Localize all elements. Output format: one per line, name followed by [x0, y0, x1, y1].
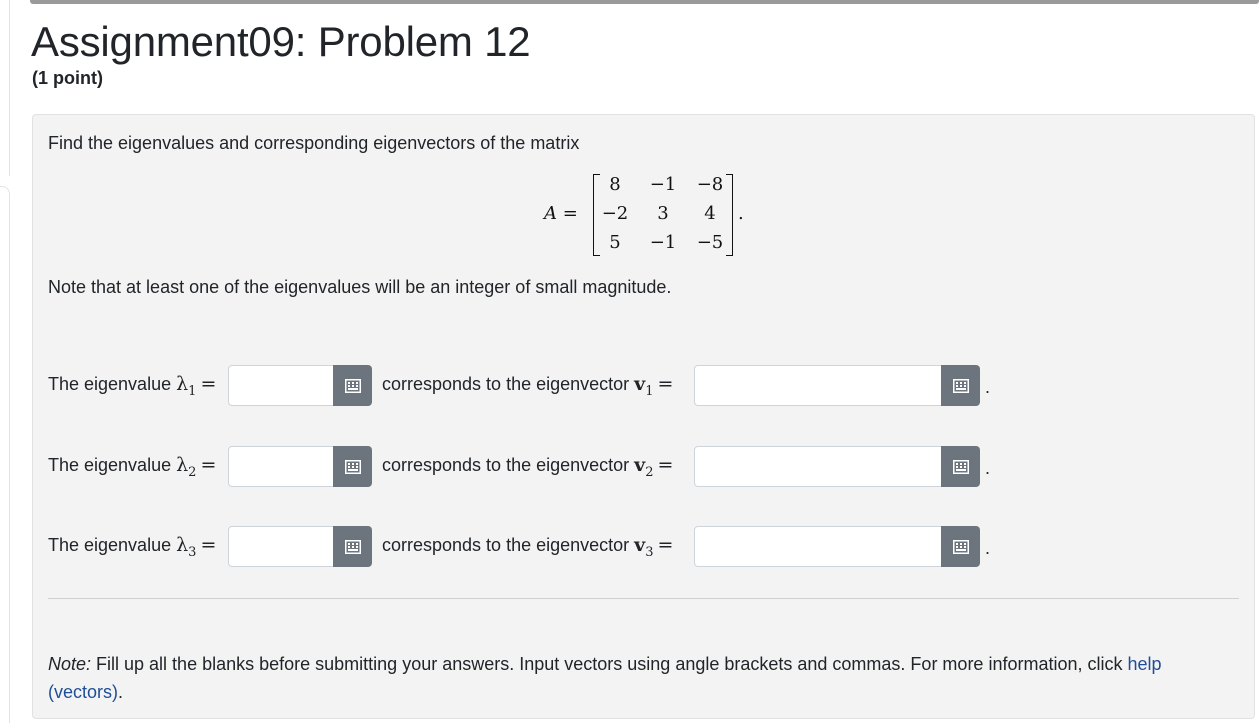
eigenvalue-2-editor-button[interactable] — [333, 446, 372, 487]
eigenvalue-label-1: The eigenvalue λ1 = — [48, 373, 216, 399]
eigenvector-2-editor-button[interactable] — [941, 446, 980, 487]
keyboard-grid-icon — [952, 539, 969, 554]
matrix-cell: 4 — [704, 203, 716, 224]
lambda-index: 1 — [188, 383, 197, 399]
top-border — [30, 0, 1259, 4]
eigenvalue-prefix: The eigenvalue — [48, 374, 172, 394]
matrix-cell: −1 — [649, 174, 677, 195]
answer-row-3: The eigenvalue λ3 = corresponds to the ei… — [48, 526, 1008, 568]
matrix-cell: −1 — [649, 232, 677, 253]
eigenvalue-1-editor-button[interactable] — [333, 365, 372, 406]
eigenvalue-prefix: The eigenvalue — [48, 455, 172, 475]
vector-glyph: v — [634, 373, 646, 395]
vector-symbol: v2 = — [634, 454, 674, 480]
lambda-symbol: λ3 = — [176, 534, 217, 560]
eigenvalue-prefix: The eigenvalue — [48, 535, 172, 555]
eigenvector-label-3: corresponds to the eigenvector v3 = — [382, 534, 673, 560]
row-period: . — [985, 377, 991, 397]
vector-glyph: v — [634, 534, 646, 556]
footnote-text: Fill up all the blanks before submitting… — [91, 654, 1128, 674]
eigenvalue-2-input[interactable] — [228, 446, 334, 487]
eigenvector-prefix: corresponds to the eigenvector — [382, 455, 630, 475]
keyboard-grid-icon — [344, 539, 361, 554]
vector-index: 3 — [645, 544, 654, 560]
eigenvector-label-2: corresponds to the eigenvector v2 = — [382, 454, 673, 480]
footnote-end: . — [118, 682, 124, 702]
eigenvector-1-input[interactable] — [694, 365, 942, 406]
eigenvector-3-editor-button[interactable] — [941, 526, 980, 567]
matrix-cell: −2 — [601, 203, 629, 224]
footnote: Note: Fill up all the blanks before subm… — [48, 650, 1198, 706]
matrix-cell: 3 — [657, 203, 669, 224]
equals-sign: = — [657, 534, 674, 556]
eigenvalue-1-input[interactable] — [228, 365, 334, 406]
lambda-glyph: λ — [176, 534, 189, 556]
equals-sign: = — [657, 373, 674, 395]
matrix-cell: 8 — [609, 174, 621, 195]
matrix-cell: −8 — [696, 174, 724, 195]
lambda-symbol: λ2 = — [176, 454, 217, 480]
eigenvector-1-editor-button[interactable] — [941, 365, 980, 406]
eigenvector-prefix: corresponds to the eigenvector — [382, 535, 630, 555]
equals-sign: = — [200, 534, 217, 556]
matrix-period: . — [738, 203, 744, 224]
equals-sign: = — [200, 373, 217, 395]
answer-row-1: The eigenvalue λ1 = corresponds to the ei… — [48, 365, 1008, 407]
vector-index: 1 — [645, 383, 654, 399]
vector-symbol: v1 = — [634, 373, 674, 399]
equals-sign: = — [200, 454, 217, 476]
eigenvector-3-input[interactable] — [694, 526, 942, 567]
answer-row-2: The eigenvalue λ2 = corresponds to the ei… — [48, 446, 1008, 488]
keyboard-grid-icon — [344, 378, 361, 393]
eigenvalue-label-3: The eigenvalue λ3 = — [48, 534, 216, 560]
lambda-symbol: λ1 = — [176, 373, 217, 399]
eigenvector-prefix: corresponds to the eigenvector — [382, 374, 630, 394]
row-period: . — [985, 538, 991, 558]
eigenvalue-3-input[interactable] — [228, 526, 334, 567]
page-title: Assignment09: Problem 12 — [31, 18, 531, 65]
problem-statement: Find the eigenvalues and corresponding e… — [48, 133, 580, 153]
matrix-cell: −5 — [696, 232, 724, 253]
left-panel-edge-lower — [0, 186, 10, 723]
lambda-index: 2 — [188, 464, 197, 480]
eigenvector-label-1: corresponds to the eigenvector v1 = — [382, 373, 673, 399]
vector-symbol: v3 = — [634, 534, 674, 560]
matrix-name: A — [544, 203, 557, 224]
keyboard-grid-icon — [952, 378, 969, 393]
vector-glyph: v — [634, 454, 646, 476]
section-divider — [48, 598, 1239, 599]
eigenvalue-3-editor-button[interactable] — [333, 526, 372, 567]
footnote-label: Note: — [48, 654, 92, 674]
lambda-glyph: λ — [176, 454, 189, 476]
left-panel-edge — [0, 0, 10, 176]
row-period: . — [985, 458, 991, 478]
keyboard-grid-icon — [952, 459, 969, 474]
eigenvalue-label-2: The eigenvalue λ2 = — [48, 454, 216, 480]
equals-sign: = — [657, 454, 674, 476]
matrix-lhs: A = — [544, 203, 578, 224]
vector-index: 2 — [645, 464, 654, 480]
integer-note: Note that at least one of the eigenvalue… — [48, 277, 672, 297]
keyboard-grid-icon — [344, 459, 361, 474]
matrix-equals: = — [562, 203, 578, 224]
lambda-glyph: λ — [176, 373, 189, 395]
eigenvector-2-input[interactable] — [694, 446, 942, 487]
matrix-cell: 5 — [609, 232, 621, 253]
points-label: (1 point) — [32, 68, 103, 88]
lambda-index: 3 — [188, 544, 197, 560]
